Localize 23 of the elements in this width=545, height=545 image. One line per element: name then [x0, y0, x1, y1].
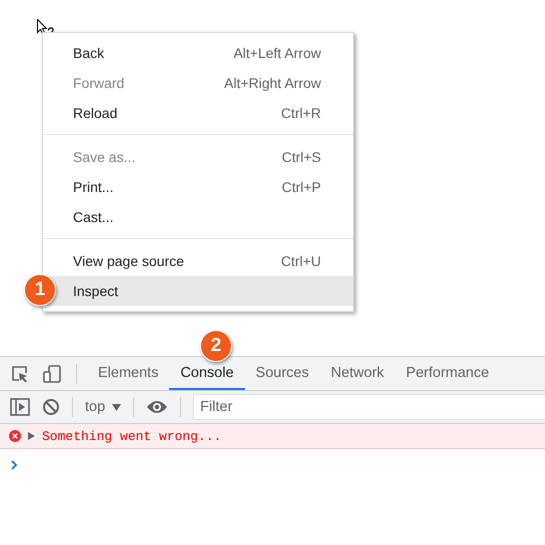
inspect-element-icon[interactable]	[10, 364, 30, 384]
error-text: Something went wrong...	[42, 428, 222, 444]
step-badge: 1	[24, 274, 56, 306]
menu-item[interactable]: Back Alt+Left Arrow	[43, 38, 353, 68]
menu-item[interactable]: Print... Ctrl+P	[43, 172, 353, 202]
prompt-chevron-icon[interactable]	[11, 460, 18, 470]
context-dropdown[interactable]: top	[85, 399, 122, 415]
clear-icon[interactable]	[42, 398, 60, 416]
filter-field[interactable]: Filter	[193, 394, 545, 420]
tab[interactable]: Elements	[87, 357, 170, 390]
step-badge: 2	[200, 330, 232, 362]
tab[interactable]: Performance	[395, 357, 500, 390]
menu-item[interactable]: Cast...	[43, 202, 353, 232]
tab[interactable]: Network	[320, 357, 396, 390]
sidebar-toggle-icon[interactable]	[10, 398, 30, 416]
device-icon[interactable]	[42, 364, 62, 384]
eye-icon[interactable]	[146, 400, 168, 414]
error-icon	[9, 430, 21, 442]
menu-item[interactable]: View page source Ctrl+U	[43, 246, 353, 276]
caret-icon	[112, 404, 122, 410]
expand-arrow-icon[interactable]	[28, 432, 35, 440]
menu-item[interactable]: Reload Ctrl+R	[43, 98, 353, 128]
tab[interactable]: Sources	[244, 357, 320, 390]
